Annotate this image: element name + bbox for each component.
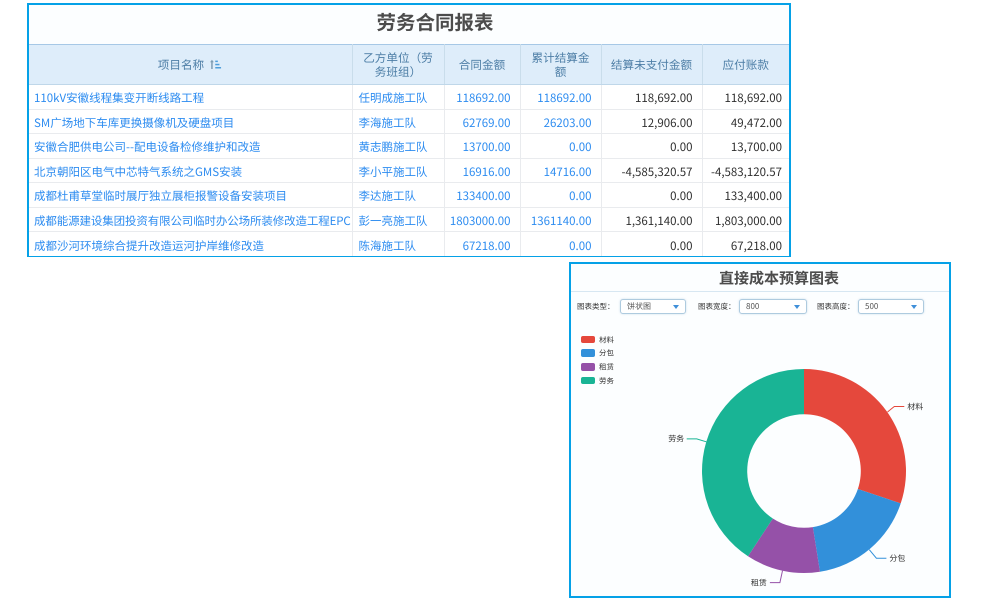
svg-text:分包: 分包 (889, 553, 905, 564)
svg-text:租赁: 租赁 (751, 577, 767, 588)
svg-text:材料: 材料 (907, 401, 923, 412)
svg-text:劳务: 劳务 (668, 434, 684, 445)
